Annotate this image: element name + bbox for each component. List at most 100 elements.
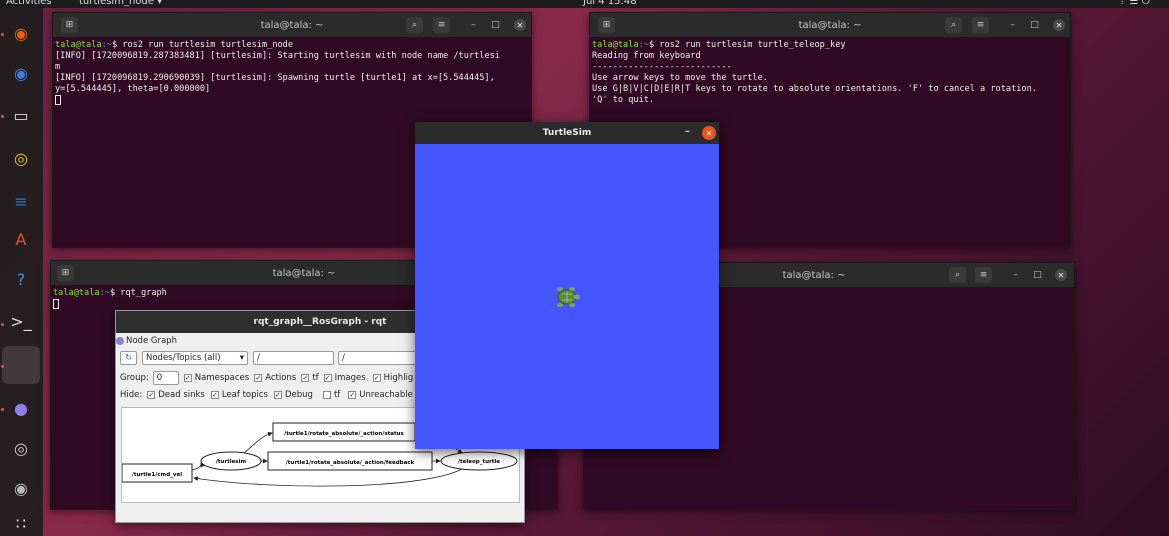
- graph-edge: [191, 462, 205, 471]
- terminal-header[interactable]: ⊞ tala@tala: ~ ⌕ ≡ – □ ✕: [53, 13, 531, 37]
- maximize-icon[interactable]: □: [1029, 267, 1046, 283]
- tf-label: tf: [312, 373, 319, 383]
- group-label: Group:: [120, 373, 149, 383]
- app-menu[interactable]: turtlesim_node ▾: [79, 0, 162, 8]
- command-text: $ ros2 run turtlesim turtle_teleop_key: [648, 40, 846, 50]
- search-app-icon[interactable]: ◎: [6, 433, 36, 463]
- namespaces-label: Namespaces: [194, 373, 250, 383]
- minimize-icon[interactable]: –: [685, 126, 690, 137]
- terminal-title: tala@tala: ~: [782, 269, 846, 281]
- rhythmbox-icon[interactable]: ◎: [6, 143, 36, 173]
- tf-checkbox[interactable]: ✓: [301, 374, 310, 382]
- actions-checkbox[interactable]: ✓: [254, 374, 263, 382]
- new-tab-icon[interactable]: ⊞: [61, 17, 78, 33]
- dead-sinks-label: Dead sinks: [158, 390, 205, 400]
- rqt-icon[interactable]: [2, 346, 40, 384]
- show-apps-icon[interactable]: ∷: [6, 508, 36, 536]
- running-indicator: [1, 33, 4, 36]
- terminal-output[interactable]: tala@tala:~$ ros2 run turtlesim turtle_t…: [590, 37, 1070, 109]
- graph-topic-status-label: /turtle1/rotate_absolute/_action/status: [284, 431, 404, 437]
- unreachable-checkbox[interactable]: ✓: [348, 391, 357, 399]
- turtlesim-title-bar[interactable]: TurtleSim – ✕: [415, 122, 719, 144]
- unreachable-label: Unreachable: [359, 390, 413, 400]
- close-icon[interactable]: ✕: [514, 19, 526, 31]
- new-tab-icon[interactable]: ⊞: [57, 265, 74, 281]
- maximize-icon[interactable]: □: [487, 17, 504, 33]
- graph-edge: [243, 431, 273, 454]
- menu-icon[interactable]: ≡: [975, 267, 992, 283]
- terminal-output[interactable]: tala@tala:~$ ros2 run turtlesim turtlesi…: [53, 37, 531, 110]
- topic-filter-input[interactable]: /: [338, 351, 418, 365]
- output-line: 'Q' to quit.: [592, 95, 655, 105]
- graph-node-teleop-label: /teleop_turtle: [458, 459, 500, 465]
- output-line: m: [55, 62, 61, 72]
- writer-icon[interactable]: ≡: [6, 186, 36, 216]
- leaf-topics-checkbox[interactable]: ✓: [210, 391, 219, 399]
- images-checkbox[interactable]: ✓: [323, 374, 332, 382]
- running-indicator: [1, 323, 4, 326]
- close-icon[interactable]: ✕: [1055, 269, 1067, 281]
- group-spinbox[interactable]: 0: [152, 371, 179, 385]
- terminal-icon[interactable]: >_: [6, 306, 36, 336]
- menu-icon[interactable]: ≡: [433, 17, 450, 33]
- refresh-icon[interactable]: ↻: [120, 351, 137, 365]
- help-icon[interactable]: ?: [6, 264, 36, 294]
- plugin-label: Node Graph: [126, 336, 177, 346]
- prompt-path: :~: [99, 288, 110, 298]
- output-line: [INFO] [1720096819.290690039] [turtlesim…: [55, 73, 495, 83]
- thunderbird-icon[interactable]: ◉: [6, 58, 36, 88]
- debug-label: Debug: [284, 390, 313, 400]
- search-icon[interactable]: ⌕: [949, 267, 966, 283]
- terminal-title: tala@tala: ~: [260, 19, 324, 31]
- terminal-title: tala@tala: ~: [798, 19, 862, 31]
- close-icon[interactable]: ✕: [1053, 19, 1065, 31]
- firefox-icon[interactable]: ◉: [6, 18, 36, 48]
- turtlesim-icon[interactable]: ●: [6, 393, 36, 423]
- graph-edge: [193, 468, 463, 487]
- rqt-title: rqt_graph__RosGraph - rqt: [253, 317, 387, 327]
- dead-sinks-checkbox[interactable]: ✓: [147, 391, 156, 399]
- files-icon[interactable]: ▭: [6, 100, 36, 130]
- minimize-icon[interactable]: –: [1004, 17, 1021, 33]
- namespaces-checkbox[interactable]: ✓: [183, 374, 192, 382]
- clock[interactable]: Jul 4 15:48: [583, 0, 637, 8]
- output-line: ---------------------------: [592, 62, 732, 72]
- prompt-path: :~: [638, 40, 649, 50]
- menu-icon[interactable]: ≡: [972, 17, 989, 33]
- node-filter-input[interactable]: /: [253, 351, 334, 365]
- actions-label: Actions: [265, 373, 297, 383]
- system-status-icons[interactable]: ⇡ ☰ ⏻: [1118, 0, 1150, 8]
- software-icon[interactable]: A: [6, 224, 36, 254]
- node-graph-icon: [116, 337, 124, 345]
- disc-icon[interactable]: ◉: [6, 473, 36, 503]
- search-icon[interactable]: ⌕: [406, 17, 423, 33]
- leaf-topics-label: Leaf topics: [221, 390, 268, 400]
- minimize-icon[interactable]: –: [465, 17, 482, 33]
- group-value: 0: [156, 373, 163, 383]
- topic-filter-value: /: [342, 353, 345, 363]
- terminal-header[interactable]: ⊞ tala@tala: ~ ⌕ ≡ – □ ✕: [590, 13, 1070, 37]
- graph-topic-cmd-vel-label: /turtle1/cmd_vel: [132, 472, 182, 478]
- running-indicator: [1, 115, 4, 118]
- mode-select-value: Nodes/Topics (all): [146, 353, 221, 363]
- command-text: $ rqt_graph: [109, 288, 167, 298]
- debug-checkbox[interactable]: ✓: [273, 391, 282, 399]
- highlight-checkbox[interactable]: ✓: [372, 374, 381, 382]
- output-line: Reading from keyboard: [592, 51, 701, 61]
- top-bar: Activities turtlesim_node ▾ Jul 4 15:48 …: [0, 0, 1169, 8]
- output-line: [INFO] [1720096819.287383481] [turtlesim…: [55, 51, 500, 61]
- close-icon[interactable]: ✕: [702, 126, 716, 140]
- terminal-title: tala@tala: ~: [272, 267, 336, 279]
- dock: ◉ ◉ ▭ ◎ ≡ A? >_ ● ◎ ◉ ∷: [0, 8, 43, 536]
- minimize-icon[interactable]: –: [1007, 267, 1024, 283]
- activities-button[interactable]: Activities: [6, 0, 52, 8]
- new-tab-icon[interactable]: ⊞: [598, 17, 615, 33]
- hide-label: Hide:: [120, 390, 143, 400]
- turtlesim-window[interactable]: TurtleSim – ✕: [415, 122, 719, 449]
- node-filter-value: /: [257, 353, 260, 363]
- maximize-icon[interactable]: □: [1026, 17, 1043, 33]
- search-icon[interactable]: ⌕: [945, 17, 962, 33]
- prompt-user: tala@tala: [55, 40, 102, 50]
- mode-select[interactable]: Nodes/Topics (all) ▾: [142, 351, 248, 365]
- tf-hide-checkbox[interactable]: [322, 391, 331, 399]
